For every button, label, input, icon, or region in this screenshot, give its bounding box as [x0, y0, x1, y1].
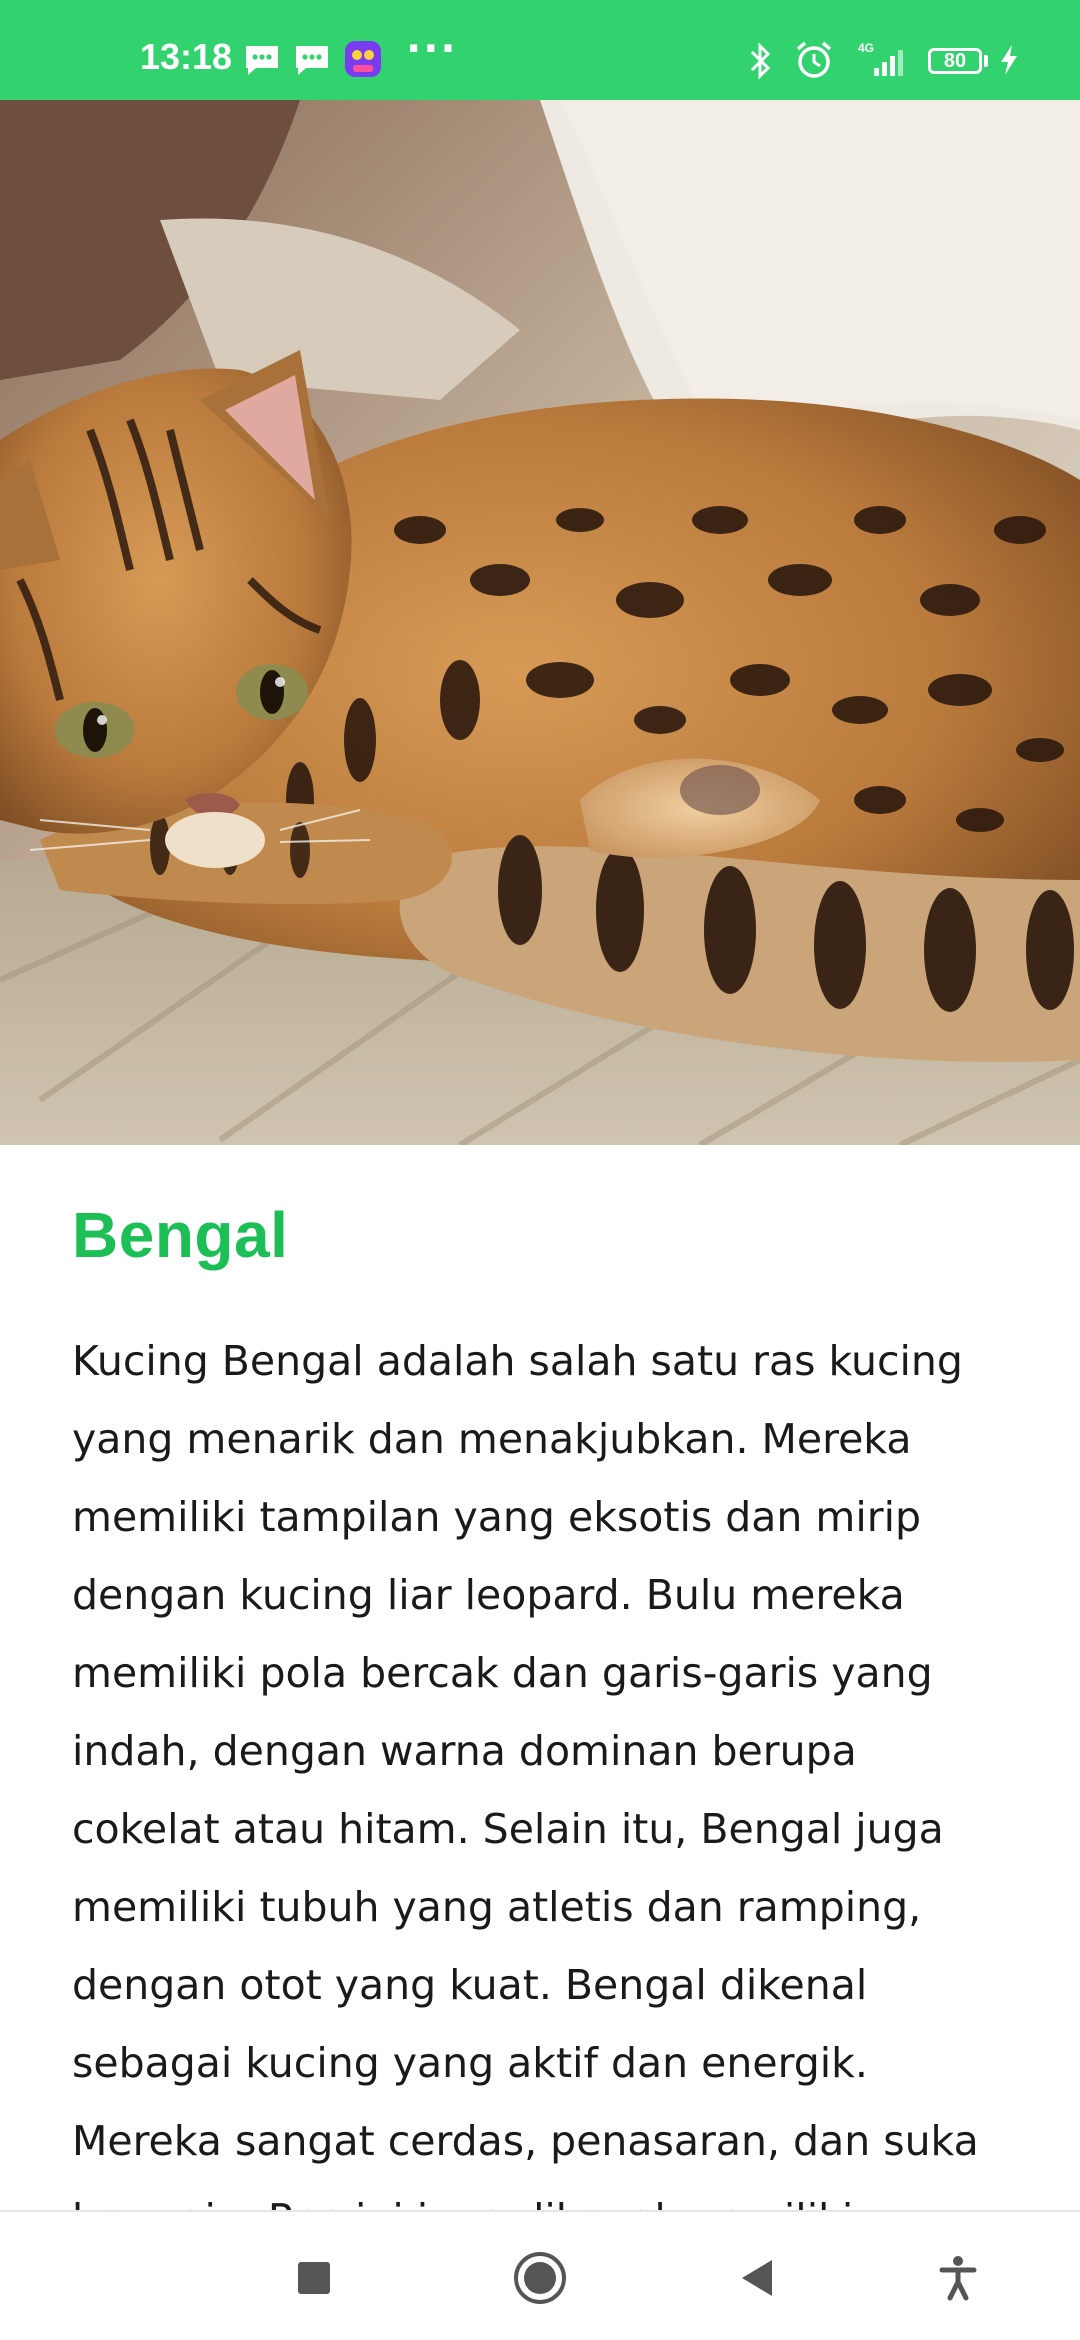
article-clip: Bengal Kucing Bengal adalah salah satu r… [0, 0, 1080, 2210]
article-body: Kucing Bengal adalah salah satu ras kuci… [72, 1337, 979, 2210]
back-triangle-icon[interactable] [732, 2250, 788, 2306]
accessibility-icon[interactable] [930, 2250, 986, 2306]
article-title: Bengal [72, 1199, 289, 1271]
recents-square-icon[interactable] [286, 2250, 342, 2306]
home-circle-icon[interactable] [512, 2250, 568, 2306]
navigation-bar [0, 2210, 1080, 2340]
